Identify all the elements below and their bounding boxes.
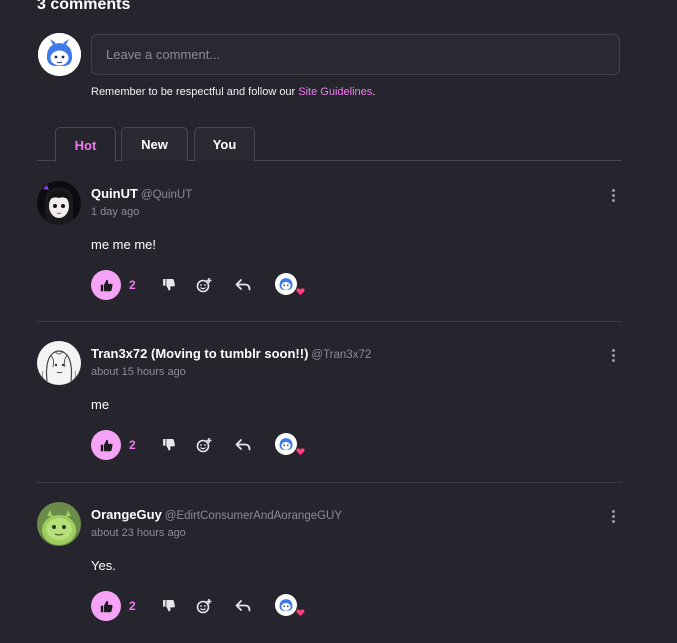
author-name[interactable]: QuinUT bbox=[91, 186, 138, 201]
reply-icon[interactable] bbox=[235, 277, 251, 293]
author-avatar[interactable] bbox=[37, 181, 81, 225]
author-handle[interactable]: @Tran3x72 bbox=[311, 349, 371, 361]
heart-icon bbox=[296, 288, 305, 296]
kebab-menu-icon[interactable] bbox=[610, 348, 616, 362]
add-reaction-icon[interactable] bbox=[196, 277, 212, 293]
author-avatar[interactable] bbox=[37, 341, 81, 385]
like-count: 2 bbox=[129, 438, 136, 452]
add-reaction-icon[interactable] bbox=[196, 437, 212, 453]
sort-tabs: Hot New You bbox=[37, 127, 622, 162]
site-guidelines-link[interactable]: Site Guidelines bbox=[298, 86, 372, 98]
guidelines-text: Remember to be respectful and follow our bbox=[91, 86, 299, 98]
comment-divider bbox=[37, 482, 622, 483]
author-avatar[interactable] bbox=[37, 502, 81, 546]
comment-input[interactable] bbox=[91, 34, 620, 75]
author-name[interactable]: OrangeGuy bbox=[91, 507, 162, 522]
guidelines-notice: Remember to be respectful and follow our… bbox=[91, 86, 375, 98]
comment-count-heading: 3 comments bbox=[37, 0, 131, 13]
comment-body: Yes. bbox=[91, 558, 116, 573]
author-name[interactable]: Tran3x72 (Moving to tumblr soon!!) bbox=[91, 346, 308, 361]
kebab-menu-icon[interactable] bbox=[610, 509, 616, 523]
tab-hot[interactable]: Hot bbox=[55, 127, 116, 162]
thumbs-up-icon bbox=[100, 600, 113, 612]
tab-you[interactable]: You bbox=[194, 127, 255, 161]
comment-body: me bbox=[91, 397, 110, 412]
kebab-menu-icon[interactable] bbox=[610, 188, 616, 202]
thumbs-down-icon[interactable] bbox=[161, 598, 177, 614]
comment-author[interactable]: OrangeGuy @EdirtConsumerAndAorangeGUY bbox=[91, 507, 342, 522]
comment-actions: 2 bbox=[91, 270, 331, 300]
like-button[interactable] bbox=[91, 591, 121, 621]
thumbs-down-icon[interactable] bbox=[161, 277, 177, 293]
heart-icon bbox=[296, 448, 305, 456]
tab-new[interactable]: New bbox=[121, 127, 188, 161]
comment-actions: 2 bbox=[91, 591, 331, 621]
add-reaction-icon[interactable] bbox=[196, 598, 212, 614]
reply-icon[interactable] bbox=[235, 437, 251, 453]
heart-icon bbox=[296, 609, 305, 617]
thumbs-down-icon[interactable] bbox=[161, 437, 177, 453]
comment-body: me me me! bbox=[91, 237, 157, 252]
author-handle[interactable]: @EdirtConsumerAndAorangeGUY bbox=[165, 510, 342, 522]
comment-author[interactable]: QuinUT @QuinUT bbox=[91, 186, 192, 201]
thumbs-up-icon bbox=[100, 279, 113, 291]
like-button[interactable] bbox=[91, 270, 121, 300]
comment-author[interactable]: Tran3x72 (Moving to tumblr soon!!) @Tran3… bbox=[91, 346, 371, 361]
comment-divider bbox=[37, 321, 622, 322]
reaction-user-avatar[interactable] bbox=[275, 273, 297, 295]
comment-timestamp: 1 day ago bbox=[91, 206, 140, 218]
reply-icon[interactable] bbox=[235, 598, 251, 614]
like-count: 2 bbox=[129, 278, 136, 292]
reaction-user-avatar[interactable] bbox=[275, 433, 297, 455]
guidelines-suffix: . bbox=[372, 86, 376, 98]
like-button[interactable] bbox=[91, 430, 121, 460]
author-handle[interactable]: @QuinUT bbox=[141, 189, 192, 201]
comment-timestamp: about 15 hours ago bbox=[91, 366, 186, 378]
comment-actions: 2 bbox=[91, 430, 331, 460]
like-count: 2 bbox=[129, 599, 136, 613]
comment-timestamp: about 23 hours ago bbox=[91, 527, 186, 539]
reaction-user-avatar[interactable] bbox=[275, 594, 297, 616]
thumbs-up-icon bbox=[100, 439, 113, 451]
current-user-avatar bbox=[38, 33, 81, 76]
